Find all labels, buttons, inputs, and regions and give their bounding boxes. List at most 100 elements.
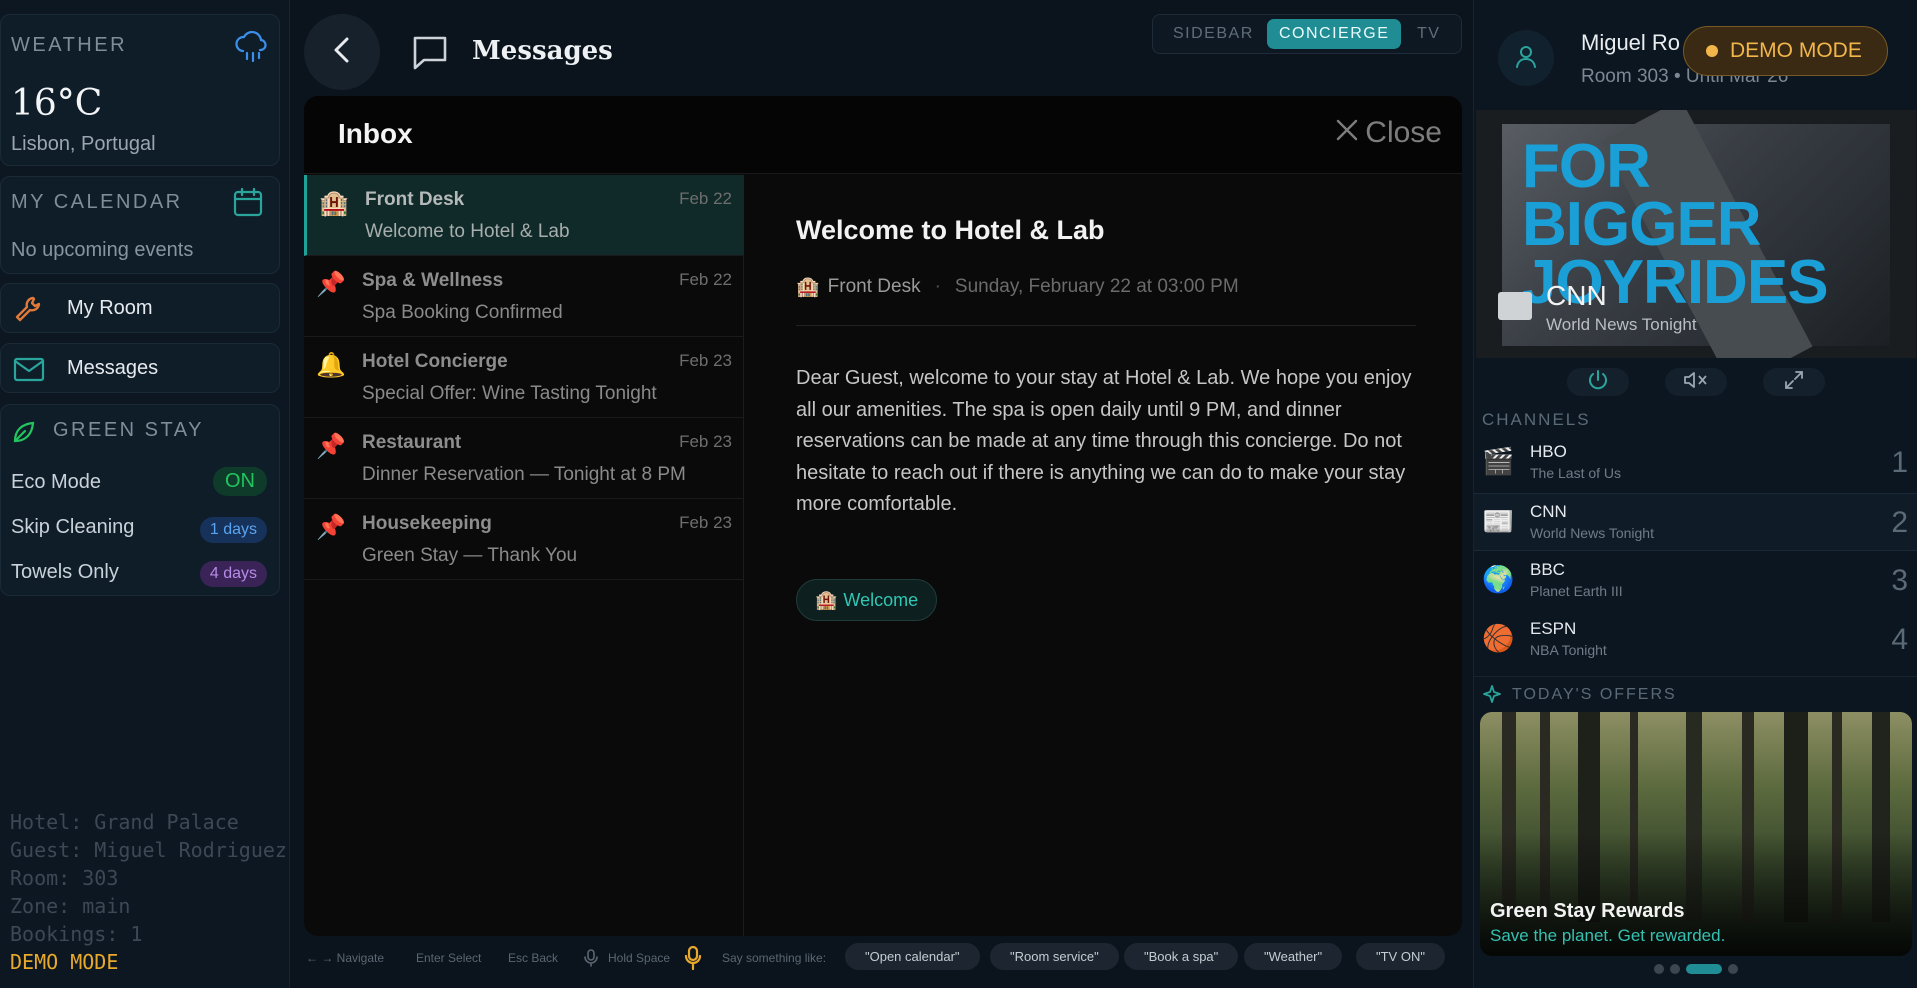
skip-cleaning-badge[interactable]: 1 days [199,517,267,543]
power-button[interactable] [1567,368,1629,396]
tag-label: Welcome [843,589,919,610]
newspaper-icon: 📰 [1482,506,1515,536]
debug-info: Hotel: Grand Palace Guest: Miguel Rodrig… [10,808,287,976]
offer-card[interactable]: Green Stay Rewards Save the planet. Get … [1480,712,1912,956]
channel-item[interactable]: 🌍 BBC Planet Earth III 3 [1474,552,1917,610]
basketball-icon: 🏀 [1482,623,1515,653]
mode-tv[interactable]: TV [1417,25,1440,43]
voice-suggestion-chip[interactable]: "TV ON" [1356,943,1445,970]
voice-suggestion-chip[interactable]: "Open calendar" [845,943,980,970]
page-title: Messages [472,36,613,66]
pin-icon: 📌 [316,271,346,298]
message-date: Feb 22 [679,270,732,289]
voice-suggestion-chip[interactable]: "Room service" [990,943,1119,970]
close-button[interactable]: Close [1335,116,1442,150]
demo-mode-label: DEMO MODE [1730,39,1862,62]
weather-card[interactable]: WEATHER 16°C Lisbon, Portugal [0,14,280,166]
message-item[interactable]: 🔔 Hotel Concierge Feb 23 Special Offer: … [304,337,744,418]
message-item[interactable]: 📌 Restaurant Feb 23 Dinner Reservation —… [304,418,744,499]
message-meta: 🏨 Front Desk · Sunday, February 22 at 03… [796,275,1239,299]
carousel-dot-active[interactable] [1686,964,1722,974]
temperature: 16°C [11,83,103,124]
detail-date: Sunday, February 22 at 03:00 PM [954,276,1239,297]
channel-item[interactable]: 🎬 HBO The Last of Us 1 [1474,434,1917,492]
left-sidebar: WEATHER 16°C Lisbon, Portugal MY CALENDA… [0,0,290,988]
channel-program: Planet Earth III [1530,583,1623,599]
message-subject: Special Offer: Wine Tasting Tonight [362,383,657,404]
message-list: 🏨 Front Desk Feb 22 Welcome to Hotel & L… [304,175,744,936]
debug-hotel: Hotel: Grand Palace [10,810,239,834]
calendar-title: MY CALENDAR [11,191,183,213]
towels-only-badge[interactable]: 4 days [199,561,267,587]
my-room-button[interactable]: My Room [0,283,280,333]
fullscreen-button[interactable] [1763,368,1825,396]
message-item[interactable]: 🏨 Front Desk Feb 22 Welcome to Hotel & L… [304,175,744,256]
close-label: Close [1365,116,1442,149]
debug-zone: Zone: main [10,894,131,918]
calendar-icon [231,185,265,224]
hint-say: Say something like: [722,951,827,965]
carousel-dot[interactable] [1654,964,1664,974]
debug-room: Room: 303 [10,866,119,890]
tv-current-program: World News Tonight [1546,315,1697,334]
message-date: Feb 23 [679,513,732,532]
channel-number: 4 [1891,623,1908,656]
microphone-icon [584,949,598,970]
message-title: Welcome to Hotel & Lab [796,215,1105,245]
avatar[interactable] [1498,30,1554,86]
green-stay-card[interactable]: GREEN STAY Eco Mode ON Skip Cleaning 1 d… [0,404,280,596]
user-icon [1513,43,1539,74]
message-sender: Housekeeping [362,513,492,534]
calendar-card[interactable]: MY CALENDAR No upcoming events [0,176,280,274]
close-icon [1335,116,1359,150]
channel-program: World News Tonight [1530,525,1654,541]
mode-sidebar[interactable]: SIDEBAR [1173,25,1254,43]
message-item[interactable]: 📌 Spa & Wellness Feb 22 Spa Booking Conf… [304,256,744,337]
carousel-dot[interactable] [1728,964,1738,974]
tv-preview[interactable]: FOR BIGGER JOYRIDES CNN World News Tonig… [1476,110,1916,358]
eco-mode-label: Eco Mode [11,471,102,493]
bell-icon: 🔔 [316,352,346,379]
channel-number: 2 [1891,506,1908,539]
offer-subtitle: Save the planet. Get rewarded. [1490,926,1726,945]
detail-sender: Front Desk [827,276,921,297]
back-button[interactable] [304,14,380,90]
towels-only-label: Towels Only [11,561,119,583]
offers-title: TODAY'S OFFERS [1512,686,1677,703]
hotel-icon: 🏨 [319,190,349,217]
message-item[interactable]: 📌 Housekeeping Feb 23 Green Stay — Thank… [304,499,744,580]
hint-back: Esc Back [508,951,559,965]
wrench-icon [13,294,45,324]
chat-bubble-icon [410,33,450,78]
demo-mode-badge[interactable]: DEMO MODE [1683,26,1888,76]
channel-program: The Last of Us [1530,465,1622,481]
category-tag[interactable]: 🏨 Welcome [796,579,938,621]
weather-title: WEATHER [11,34,128,56]
message-sender: Front Desk [365,189,465,210]
messages-button[interactable]: Messages [0,343,280,393]
voice-suggestion-chip[interactable]: "Book a spa" [1124,943,1239,970]
weather-location: Lisbon, Portugal [11,133,156,155]
right-panel: Miguel Ro Room 303 • Until Mar 26 FOR BI… [1473,0,1917,988]
my-room-label: My Room [67,297,153,319]
message-date: Feb 22 [679,189,732,208]
no-events-text: No upcoming events [11,239,194,261]
message-subject: Green Stay — Thank You [362,545,578,566]
inbox-panel: Inbox Close 🏨 Front Desk Feb 22 Welcome … [304,96,1462,936]
divider [796,325,1416,326]
channel-name: CNN [1530,502,1567,521]
mute-button[interactable] [1665,368,1727,396]
message-detail: Welcome to Hotel & Lab 🏨 Front Desk · Su… [746,175,1462,936]
carousel-dot[interactable] [1670,964,1680,974]
newspaper-icon [1498,292,1532,320]
mode-concierge[interactable]: CONCIERGE [1267,19,1402,49]
eco-mode-badge[interactable]: ON [213,467,267,496]
rain-cloud-icon [233,29,269,70]
channel-item[interactable]: 📰 CNN World News Tonight 2 [1474,493,1917,551]
green-stay-title: GREEN STAY [53,419,204,441]
voice-suggestion-chip[interactable]: "Weather" [1244,943,1343,970]
microphone-active-icon[interactable] [684,945,702,974]
offer-title: Green Stay Rewards [1490,900,1685,922]
message-date: Feb 23 [679,432,732,451]
channel-item[interactable]: 🏀 ESPN NBA Tonight 4 [1474,611,1917,669]
